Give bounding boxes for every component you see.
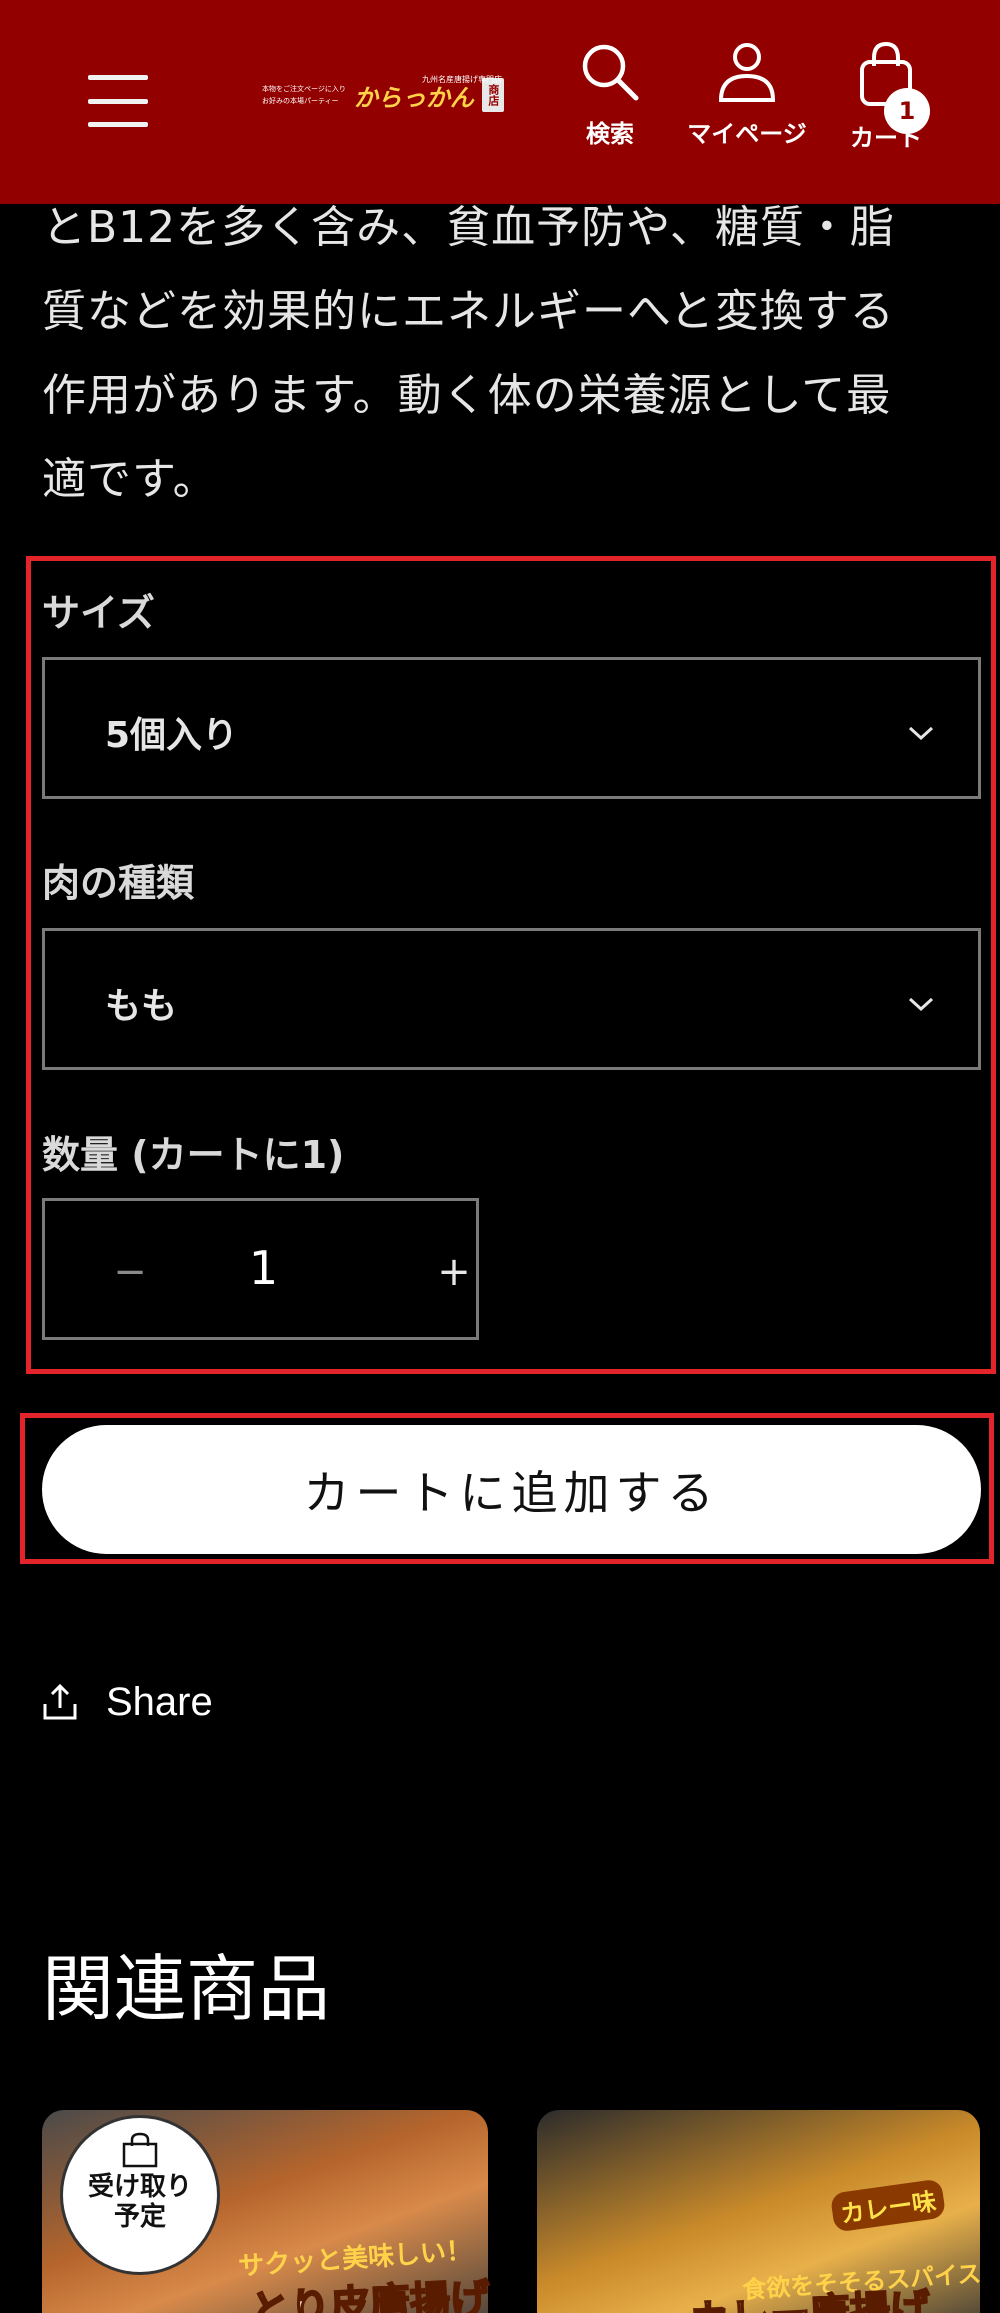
quantity-label: 数量 (カートに1) — [42, 1133, 345, 1177]
meat-type-label: 肉の種類 — [42, 861, 195, 905]
add-to-cart-button[interactable]: カートに追加する — [42, 1425, 981, 1554]
search-button[interactable]: 検索 — [572, 40, 648, 149]
bag-icon — [122, 2132, 158, 2168]
share-icon — [43, 1683, 77, 1720]
site-header: 本物をご注文ページに入り お好みの本場パーティー 九州名産唐揚げ専門店 からっか… — [0, 0, 1000, 204]
account-icon — [718, 43, 776, 102]
logo-tagline-2: お好みの本場パーティー — [262, 97, 339, 105]
logo-caption: 九州名産唐揚げ専門店 — [422, 75, 502, 84]
description-line: 質などを効果的にエネルギーへと変換する — [42, 286, 895, 337]
search-label: 検索 — [586, 120, 634, 148]
menu-icon[interactable] — [88, 75, 148, 127]
meat-type-select-value: もも — [105, 986, 178, 1027]
product-description: とB12を多く含み、貧血予防や、糖質・脂 質などを効果的にエネルギーへと変換する… — [42, 186, 962, 522]
meat-type-select[interactable]: もも — [42, 928, 981, 1070]
quantity-increase-button[interactable]: + — [429, 1249, 479, 1295]
share-label: Share — [106, 1679, 213, 1724]
cart-button[interactable]: 1 カート — [836, 40, 936, 153]
pickup-badge-text: 受け取り — [87, 2172, 192, 2202]
pickup-badge-text: 予定 — [113, 2202, 166, 2232]
logo-tagline: 本物をご注文ページに入り お好みの本場パーティー — [262, 85, 346, 105]
cart-count-badge: 1 — [884, 88, 930, 134]
account-button[interactable]: マイページ — [672, 40, 822, 149]
chevron-down-icon — [908, 997, 934, 1012]
size-label: サイズ — [42, 591, 155, 635]
size-select-value: 5個入り — [105, 715, 239, 756]
description-line: 適です。 — [42, 454, 218, 505]
quantity-input[interactable]: 1 — [45, 1241, 482, 1295]
share-button[interactable]: Share — [42, 1672, 213, 1732]
size-select[interactable]: 5個入り — [42, 657, 981, 799]
search-icon — [582, 44, 639, 101]
quantity-stepper: − 1 + — [42, 1198, 479, 1340]
site-logo[interactable]: 本物をご注文ページに入り お好みの本場パーティー 九州名産唐揚げ専門店 からっか… — [262, 70, 517, 120]
chevron-down-icon — [908, 726, 934, 741]
description-line: 作用があります。動く体の栄養源として最 — [42, 370, 892, 421]
description-line: とB12を多く含み、貧血予防や、糖質・脂 — [42, 202, 895, 253]
pickup-badge: 受け取り 予定 — [60, 2115, 220, 2275]
account-label: マイページ — [687, 120, 807, 148]
logo-tagline-1: 本物をご注文ページに入り — [262, 85, 346, 93]
related-products-heading: 関連商品 — [42, 1947, 331, 2031]
